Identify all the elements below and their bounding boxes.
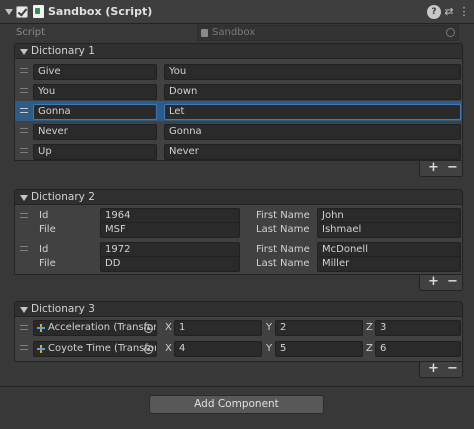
dictionary1-label: Dictionary 1 bbox=[31, 45, 95, 57]
first-name-label: First Name bbox=[256, 244, 310, 255]
transform-object-name: Acceleration (Transfor bbox=[48, 322, 157, 333]
add-element-button[interactable]: + bbox=[428, 161, 439, 175]
remove-element-button[interactable]: − bbox=[447, 161, 458, 175]
component-title: Sandbox (Script) bbox=[48, 5, 153, 18]
dictionary2-header[interactable]: Dictionary 2 bbox=[14, 189, 463, 205]
add-component-button[interactable]: Add Component bbox=[149, 395, 324, 414]
transform-object-field[interactable]: Acceleration (Transfor bbox=[33, 320, 157, 336]
component-enabled-checkbox[interactable] bbox=[16, 6, 28, 18]
y-label: Y bbox=[266, 343, 273, 354]
dictionary1-value-field[interactable]: Never bbox=[164, 144, 461, 160]
dictionary3-list: Acceleration (Transfor X 1 Y 2 Z 3 Coyot… bbox=[14, 317, 463, 362]
dictionary1-key-field[interactable]: Never bbox=[33, 124, 157, 140]
x-field[interactable]: 1 bbox=[174, 320, 262, 336]
dictionary3-foldout-icon[interactable] bbox=[20, 307, 28, 313]
transform-icon bbox=[37, 345, 45, 353]
drag-handle-icon[interactable] bbox=[20, 68, 28, 73]
add-element-button[interactable]: + bbox=[428, 362, 439, 376]
z-label: Z bbox=[366, 322, 373, 333]
script-asset-icon bbox=[201, 29, 208, 37]
dictionary1-list: Give You You Down Gonna Let Never Gonna … bbox=[14, 59, 463, 161]
drag-handle-icon[interactable] bbox=[20, 345, 28, 350]
dictionary1-value-field[interactable]: You bbox=[164, 64, 461, 80]
object-picker-icon bbox=[446, 28, 455, 37]
z-field[interactable]: 6 bbox=[375, 341, 461, 357]
dictionary1-value-field[interactable]: Gonna bbox=[164, 124, 461, 140]
drag-handle-icon[interactable] bbox=[20, 325, 28, 330]
dictionary2-footer: + − bbox=[419, 275, 463, 291]
script-field-value: Sandbox bbox=[212, 27, 256, 38]
dictionary1-key-field[interactable]: Up bbox=[33, 144, 157, 160]
dictionary1-value-field[interactable]: Down bbox=[164, 84, 461, 100]
component-divider bbox=[0, 386, 474, 387]
last-name-label: Last Name bbox=[256, 224, 310, 235]
drag-handle-icon[interactable] bbox=[20, 88, 28, 93]
drag-handle-icon[interactable] bbox=[20, 213, 28, 218]
last-name-label: Last Name bbox=[256, 258, 310, 269]
dictionary2-foldout-icon[interactable] bbox=[20, 195, 28, 201]
y-label: Y bbox=[266, 322, 273, 333]
script-icon bbox=[33, 5, 44, 18]
file-label: File bbox=[39, 258, 56, 269]
x-label: X bbox=[165, 343, 172, 354]
dictionary2-label: Dictionary 2 bbox=[31, 191, 95, 203]
script-label: Script bbox=[16, 27, 46, 38]
drag-handle-icon[interactable] bbox=[20, 128, 28, 133]
presets-icon[interactable]: ⇄ bbox=[442, 5, 456, 19]
first-name-label: First Name bbox=[256, 210, 310, 221]
transform-icon bbox=[37, 324, 45, 332]
dictionary1-key-field[interactable]: You bbox=[33, 84, 157, 100]
dictionary1-key-field[interactable]: Gonna bbox=[33, 104, 157, 120]
last-name-field[interactable]: Miller bbox=[317, 256, 461, 272]
dictionary1-footer: + − bbox=[419, 161, 463, 177]
z-field[interactable]: 3 bbox=[375, 320, 461, 336]
object-picker-icon[interactable] bbox=[144, 345, 153, 354]
dictionary3-footer: + − bbox=[419, 362, 463, 378]
transform-object-field[interactable]: Coyote Time (Transfor bbox=[33, 341, 157, 357]
file-label: File bbox=[39, 224, 56, 235]
dictionary3-header[interactable]: Dictionary 3 bbox=[14, 301, 463, 317]
remove-element-button[interactable]: − bbox=[447, 275, 458, 289]
dictionary3-label: Dictionary 3 bbox=[31, 303, 95, 315]
file-field[interactable]: DD bbox=[100, 256, 240, 272]
dictionary1-header[interactable]: Dictionary 1 bbox=[14, 43, 463, 59]
foldout-arrow-icon[interactable] bbox=[5, 9, 13, 15]
id-label: Id bbox=[39, 244, 49, 255]
component-header: Sandbox (Script) ? ⇄ ⋮ bbox=[0, 0, 474, 24]
add-element-button[interactable]: + bbox=[428, 275, 439, 289]
y-field[interactable]: 5 bbox=[275, 341, 363, 357]
dictionary2-list: Id 1964 First Name John File MSF Last Na… bbox=[14, 205, 463, 275]
transform-object-name: Coyote Time (Transfor bbox=[48, 343, 157, 354]
script-object-field: Sandbox bbox=[197, 25, 459, 41]
y-field[interactable]: 2 bbox=[275, 320, 363, 336]
drag-handle-icon[interactable] bbox=[20, 108, 28, 113]
last-name-field[interactable]: Ishmael bbox=[317, 222, 461, 238]
id-label: Id bbox=[39, 210, 49, 221]
x-field[interactable]: 4 bbox=[174, 341, 262, 357]
file-field[interactable]: MSF bbox=[100, 222, 240, 238]
dictionary1-foldout-icon[interactable] bbox=[20, 49, 28, 55]
drag-handle-icon[interactable] bbox=[20, 246, 28, 251]
help-icon[interactable]: ? bbox=[427, 5, 441, 19]
dictionary1-value-field[interactable]: Let bbox=[164, 104, 461, 120]
drag-handle-icon[interactable] bbox=[20, 148, 28, 153]
z-label: Z bbox=[366, 343, 373, 354]
dictionary1-key-field[interactable]: Give bbox=[33, 64, 157, 80]
object-picker-icon[interactable] bbox=[144, 324, 153, 333]
remove-element-button[interactable]: − bbox=[447, 362, 458, 376]
context-menu-icon[interactable]: ⋮ bbox=[457, 5, 471, 19]
x-label: X bbox=[165, 322, 172, 333]
